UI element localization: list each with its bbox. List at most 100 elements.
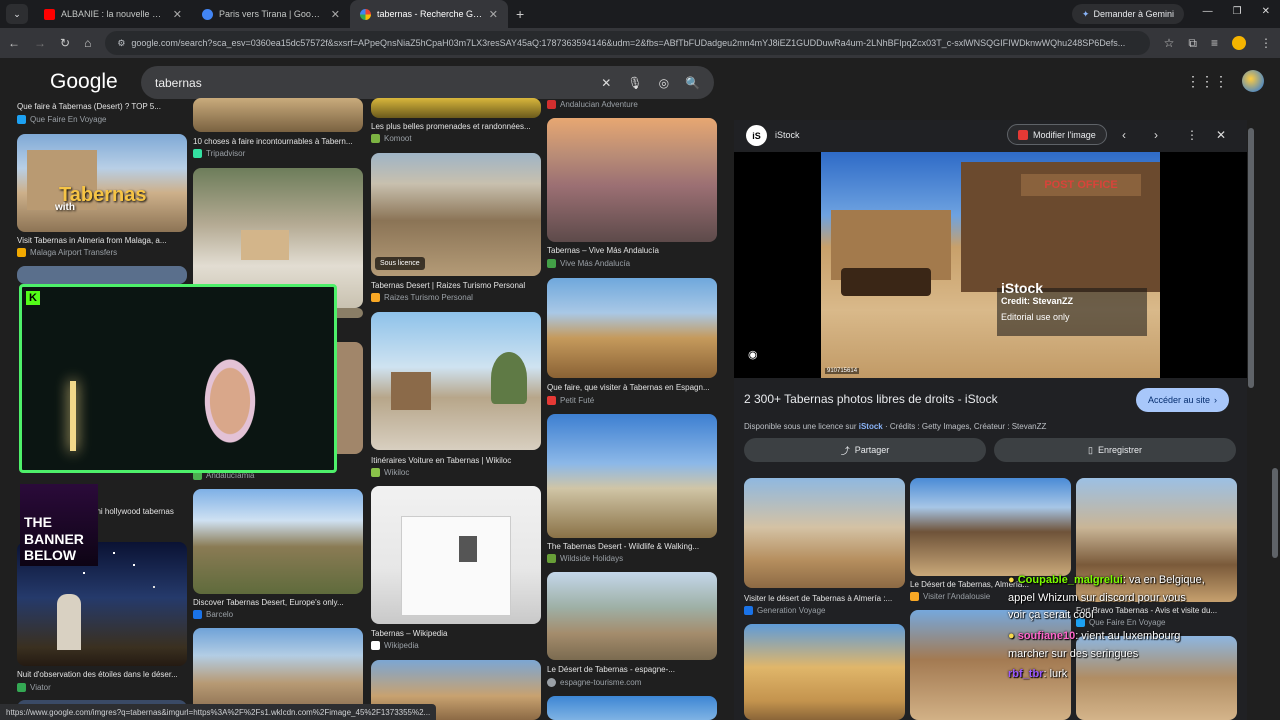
related-image[interactable]: [910, 478, 1071, 576]
result-source[interactable]: Raizes Turismo Personal: [371, 293, 473, 302]
result-image[interactable]: [371, 312, 541, 450]
related-caption[interactable]: Visiter le désert de Tabernas à Almería …: [744, 594, 905, 603]
reload-icon[interactable]: ↻: [60, 36, 70, 50]
menu-icon[interactable]: ⋮: [1260, 36, 1272, 50]
tab-search-button[interactable]: ⌄: [6, 4, 28, 24]
close-icon[interactable]: ✕: [173, 8, 182, 21]
extensions-icon[interactable]: ⧉: [1188, 36, 1197, 51]
site-info-icon[interactable]: ⚙: [117, 38, 125, 49]
preview-image[interactable]: POST OFFICE iStock Credit: StevanZZ Edit…: [821, 152, 1160, 378]
license-site-link[interactable]: iStock: [859, 422, 883, 431]
forward-icon[interactable]: →: [34, 36, 46, 50]
google-logo[interactable]: Google: [50, 70, 118, 94]
close-icon[interactable]: ✕: [489, 8, 498, 21]
result-image[interactable]: [371, 98, 541, 118]
result-caption[interactable]: Tabernas – Wikipedia: [371, 629, 541, 638]
related-image[interactable]: [910, 610, 1071, 720]
result-source[interactable]: espagne-tourisme.com: [547, 678, 641, 687]
avatar[interactable]: [1242, 70, 1264, 92]
modify-image-button[interactable]: Modifier l'image: [1007, 124, 1107, 145]
istock-logo[interactable]: iS: [746, 125, 767, 146]
address-bar[interactable]: ⚙ google.com/search?sca_esv=0360ea15dc57…: [105, 31, 1150, 55]
result-image[interactable]: [547, 118, 717, 242]
new-tab-button[interactable]: +: [516, 6, 524, 22]
result-caption[interactable]: Que faire à Tabernas (Desert) ? TOP 5...: [17, 102, 187, 111]
close-panel-icon[interactable]: ✕: [1216, 128, 1226, 142]
result-image[interactable]: [547, 696, 717, 720]
previous-icon[interactable]: ‹: [1122, 128, 1126, 142]
result-source[interactable]: Wikipedia: [371, 641, 419, 650]
result-source[interactable]: Petit Futé: [547, 396, 594, 405]
next-icon[interactable]: ›: [1154, 128, 1158, 142]
result-image[interactable]: Tabernas with: [17, 134, 187, 232]
result-source[interactable]: Vive Más Andalucía: [547, 259, 630, 268]
result-source[interactable]: Tripadvisor: [193, 149, 245, 158]
chat-text: : va en Belgique,: [1122, 574, 1205, 586]
result-image[interactable]: Sous licence: [371, 153, 541, 276]
result-caption[interactable]: mini hollywood tabernas: [88, 507, 188, 516]
restore-icon[interactable]: ❐: [1233, 6, 1242, 17]
result-image[interactable]: [547, 414, 717, 538]
back-icon[interactable]: ←: [8, 36, 20, 50]
panel-site-name[interactable]: iStock: [775, 130, 800, 140]
tab-google-search[interactable]: tabernas - Recherche Google ✕: [350, 0, 508, 28]
result-source[interactable]: Barcelo: [193, 610, 233, 619]
related-source[interactable]: Generation Voyage: [744, 606, 826, 615]
related-image[interactable]: [744, 478, 905, 588]
share-button[interactable]: ⤴ Partager: [744, 438, 986, 462]
lens-icon[interactable]: ◎: [659, 76, 669, 90]
result-image[interactable]: [547, 278, 717, 378]
search-input[interactable]: tabernas: [155, 76, 585, 90]
tab-google-flights[interactable]: Paris vers Tirana | Google Flight ✕: [192, 0, 350, 28]
related-source[interactable]: Visiter l'Andalousie: [910, 592, 990, 601]
result-source[interactable]: Que Faire En Voyage: [17, 115, 107, 124]
profile-avatar[interactable]: [1232, 36, 1246, 50]
result-source[interactable]: Wikiloc: [371, 468, 409, 477]
search-icon[interactable]: 🔍: [685, 76, 700, 90]
panel-title[interactable]: 2 300+ Tabernas photos libres de droits …: [744, 392, 998, 406]
result-image[interactable]: [547, 572, 717, 660]
result-image[interactable]: [193, 98, 363, 132]
tab-youtube[interactable]: ALBANIE : la nouvelle DESTINAT ✕: [34, 0, 192, 28]
bookmark-star-icon[interactable]: ☆: [1164, 36, 1175, 50]
result-source[interactable]: Viator: [17, 683, 51, 692]
panel-header: iS iStock Modifier l'image ‹ › ⋮ ✕: [734, 120, 1247, 150]
result-caption[interactable]: Nuit d'observation des étoiles dans le d…: [17, 670, 187, 679]
panel-scrollbar[interactable]: [1248, 128, 1254, 388]
related-image[interactable]: [744, 624, 905, 720]
result-caption[interactable]: Les plus belles promenades et randonnées…: [371, 122, 541, 131]
result-caption[interactable]: The Tabernas Desert - Wildlife & Walking…: [547, 542, 717, 551]
related-caption[interactable]: Fort Bravo Tabernas - Avis et visite du.…: [1076, 606, 1237, 615]
apps-grid-icon[interactable]: ⋮⋮⋮: [1186, 73, 1228, 90]
result-source[interactable]: Wildside Holidays: [547, 554, 623, 563]
result-source[interactable]: Komoot: [371, 134, 412, 143]
result-image[interactable]: [17, 266, 187, 284]
result-caption[interactable]: Tabernas – Vive Más Andalucía: [547, 246, 717, 255]
close-icon[interactable]: ✕: [331, 8, 340, 21]
result-caption[interactable]: Itinéraires Voiture en Tabernas | Wikilo…: [371, 456, 541, 465]
gemini-button[interactable]: ✦ Demander à Gemini: [1071, 4, 1184, 24]
result-caption[interactable]: Visit Tabernas in Almeria from Malaga, a…: [17, 236, 187, 245]
result-source[interactable]: Andalucian Adventure: [547, 100, 638, 109]
close-window-icon[interactable]: ✕: [1262, 6, 1270, 17]
result-caption[interactable]: Que faire, que visiter à Tabernas en Esp…: [547, 383, 717, 392]
result-image[interactable]: [193, 489, 363, 594]
result-image[interactable]: [371, 486, 541, 624]
more-options-icon[interactable]: ⋮: [1186, 128, 1198, 142]
result-source[interactable]: Malaga Airport Transfers: [17, 248, 117, 257]
visit-site-button[interactable]: Accéder au site ›: [1136, 388, 1230, 412]
result-caption[interactable]: Tabernas Desert | Raizes Turismo Persona…: [371, 281, 541, 290]
page-scrollbar[interactable]: [1272, 468, 1278, 558]
reading-list-icon[interactable]: ≡: [1211, 36, 1218, 50]
save-button[interactable]: ▯ Enregistrer: [994, 438, 1236, 462]
result-caption[interactable]: Le Désert de Tabernas - espagne-...: [547, 665, 717, 674]
lens-search-icon[interactable]: ◉: [748, 348, 758, 361]
result-caption[interactable]: 10 choses à faire incontournables à Tabe…: [193, 137, 363, 146]
microphone-icon[interactable]: 🎙: [627, 76, 642, 90]
clear-icon[interactable]: ✕: [601, 76, 611, 90]
search-box[interactable]: tabernas ✕ 🎙 ◎ 🔍: [141, 66, 714, 99]
tab-title: ALBANIE : la nouvelle DESTINAT: [61, 9, 167, 19]
minimize-icon[interactable]: —: [1203, 6, 1213, 17]
home-icon[interactable]: ⌂: [84, 36, 91, 50]
result-caption[interactable]: Discover Tabernas Desert, Europe's only.…: [193, 598, 363, 607]
